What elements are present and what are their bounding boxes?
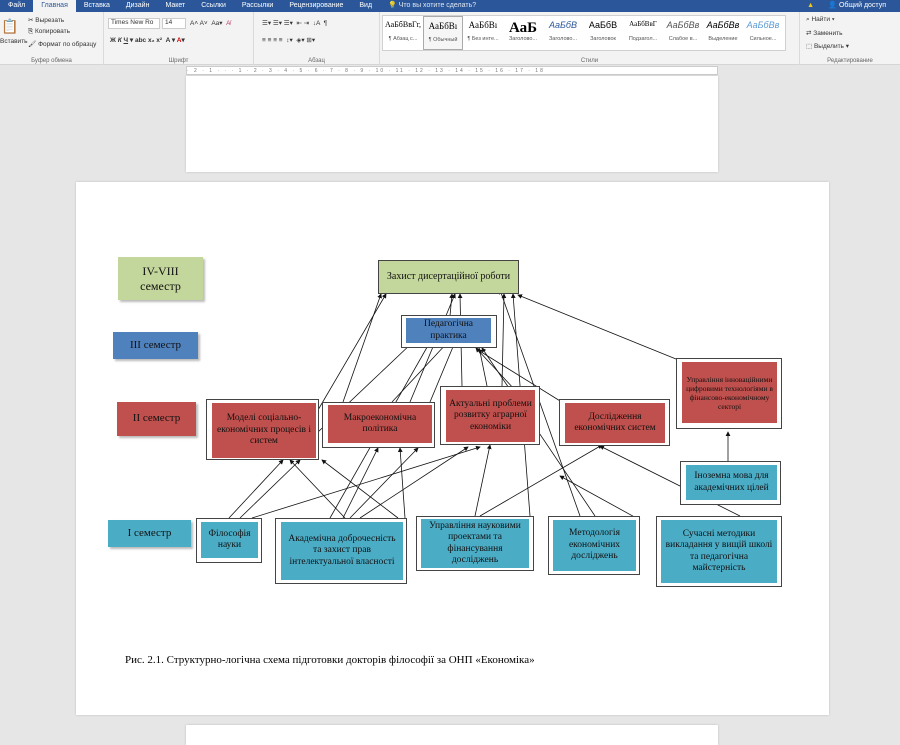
connector-arrow: [397, 447, 406, 519]
box-philosophy[interactable]: Філософія науки: [201, 522, 258, 558]
box-teaching-methods[interactable]: Сучасні методики викладання у вищій школ…: [661, 520, 777, 583]
box-project-management[interactable]: Управління науковими проектами та фінанс…: [421, 519, 529, 568]
box-socio-economic-models[interactable]: Моделі соціально-економічних процесів і …: [212, 403, 316, 458]
semester-label-3[interactable]: III семестр: [113, 332, 198, 359]
connector-arrow: [228, 459, 284, 519]
connector-arrow: [289, 459, 346, 519]
connector-arrow: [321, 459, 399, 519]
connector-arrow: [474, 444, 492, 517]
box-agrarian-economy[interactable]: Актуальні проблеми розвитку аграрної еко…: [446, 390, 535, 442]
semester-label-1[interactable]: I семестр: [108, 520, 191, 547]
box-digital-innovation[interactable]: Управління інноваційними цифровими техно…: [682, 362, 777, 423]
connector-arrow: [479, 444, 603, 517]
box-foreign-language[interactable]: Іноземна мова для академічних цілей: [686, 465, 777, 500]
connector-arrow: [359, 446, 469, 519]
connector-arrow: [317, 293, 387, 411]
box-academic-integrity[interactable]: Академічна доброчесність та захист прав …: [281, 522, 403, 580]
semester-label-2[interactable]: II семестр: [117, 402, 196, 436]
connector-arrow: [342, 293, 382, 403]
connector-arrow: [517, 294, 677, 360]
connector-arrow: [501, 293, 507, 387]
box-research-methodology[interactable]: Методологія економічних досліджень: [553, 520, 636, 571]
box-macroeconomic-policy[interactable]: Макроекономічна політика: [328, 405, 432, 443]
figure-caption: Рис. 2.1. Структурно-логічна схема підго…: [125, 654, 535, 666]
connector-arrow: [559, 475, 641, 521]
box-defense[interactable]: Захист дисертаційної роботи: [378, 260, 519, 294]
semester-label-4-8[interactable]: IV-VIII семестр: [118, 257, 203, 300]
box-practice[interactable]: Педагогічна практика: [406, 318, 491, 343]
connector-arrow: [239, 459, 301, 519]
box-economic-systems[interactable]: Дослідження економічних систем: [565, 403, 665, 443]
